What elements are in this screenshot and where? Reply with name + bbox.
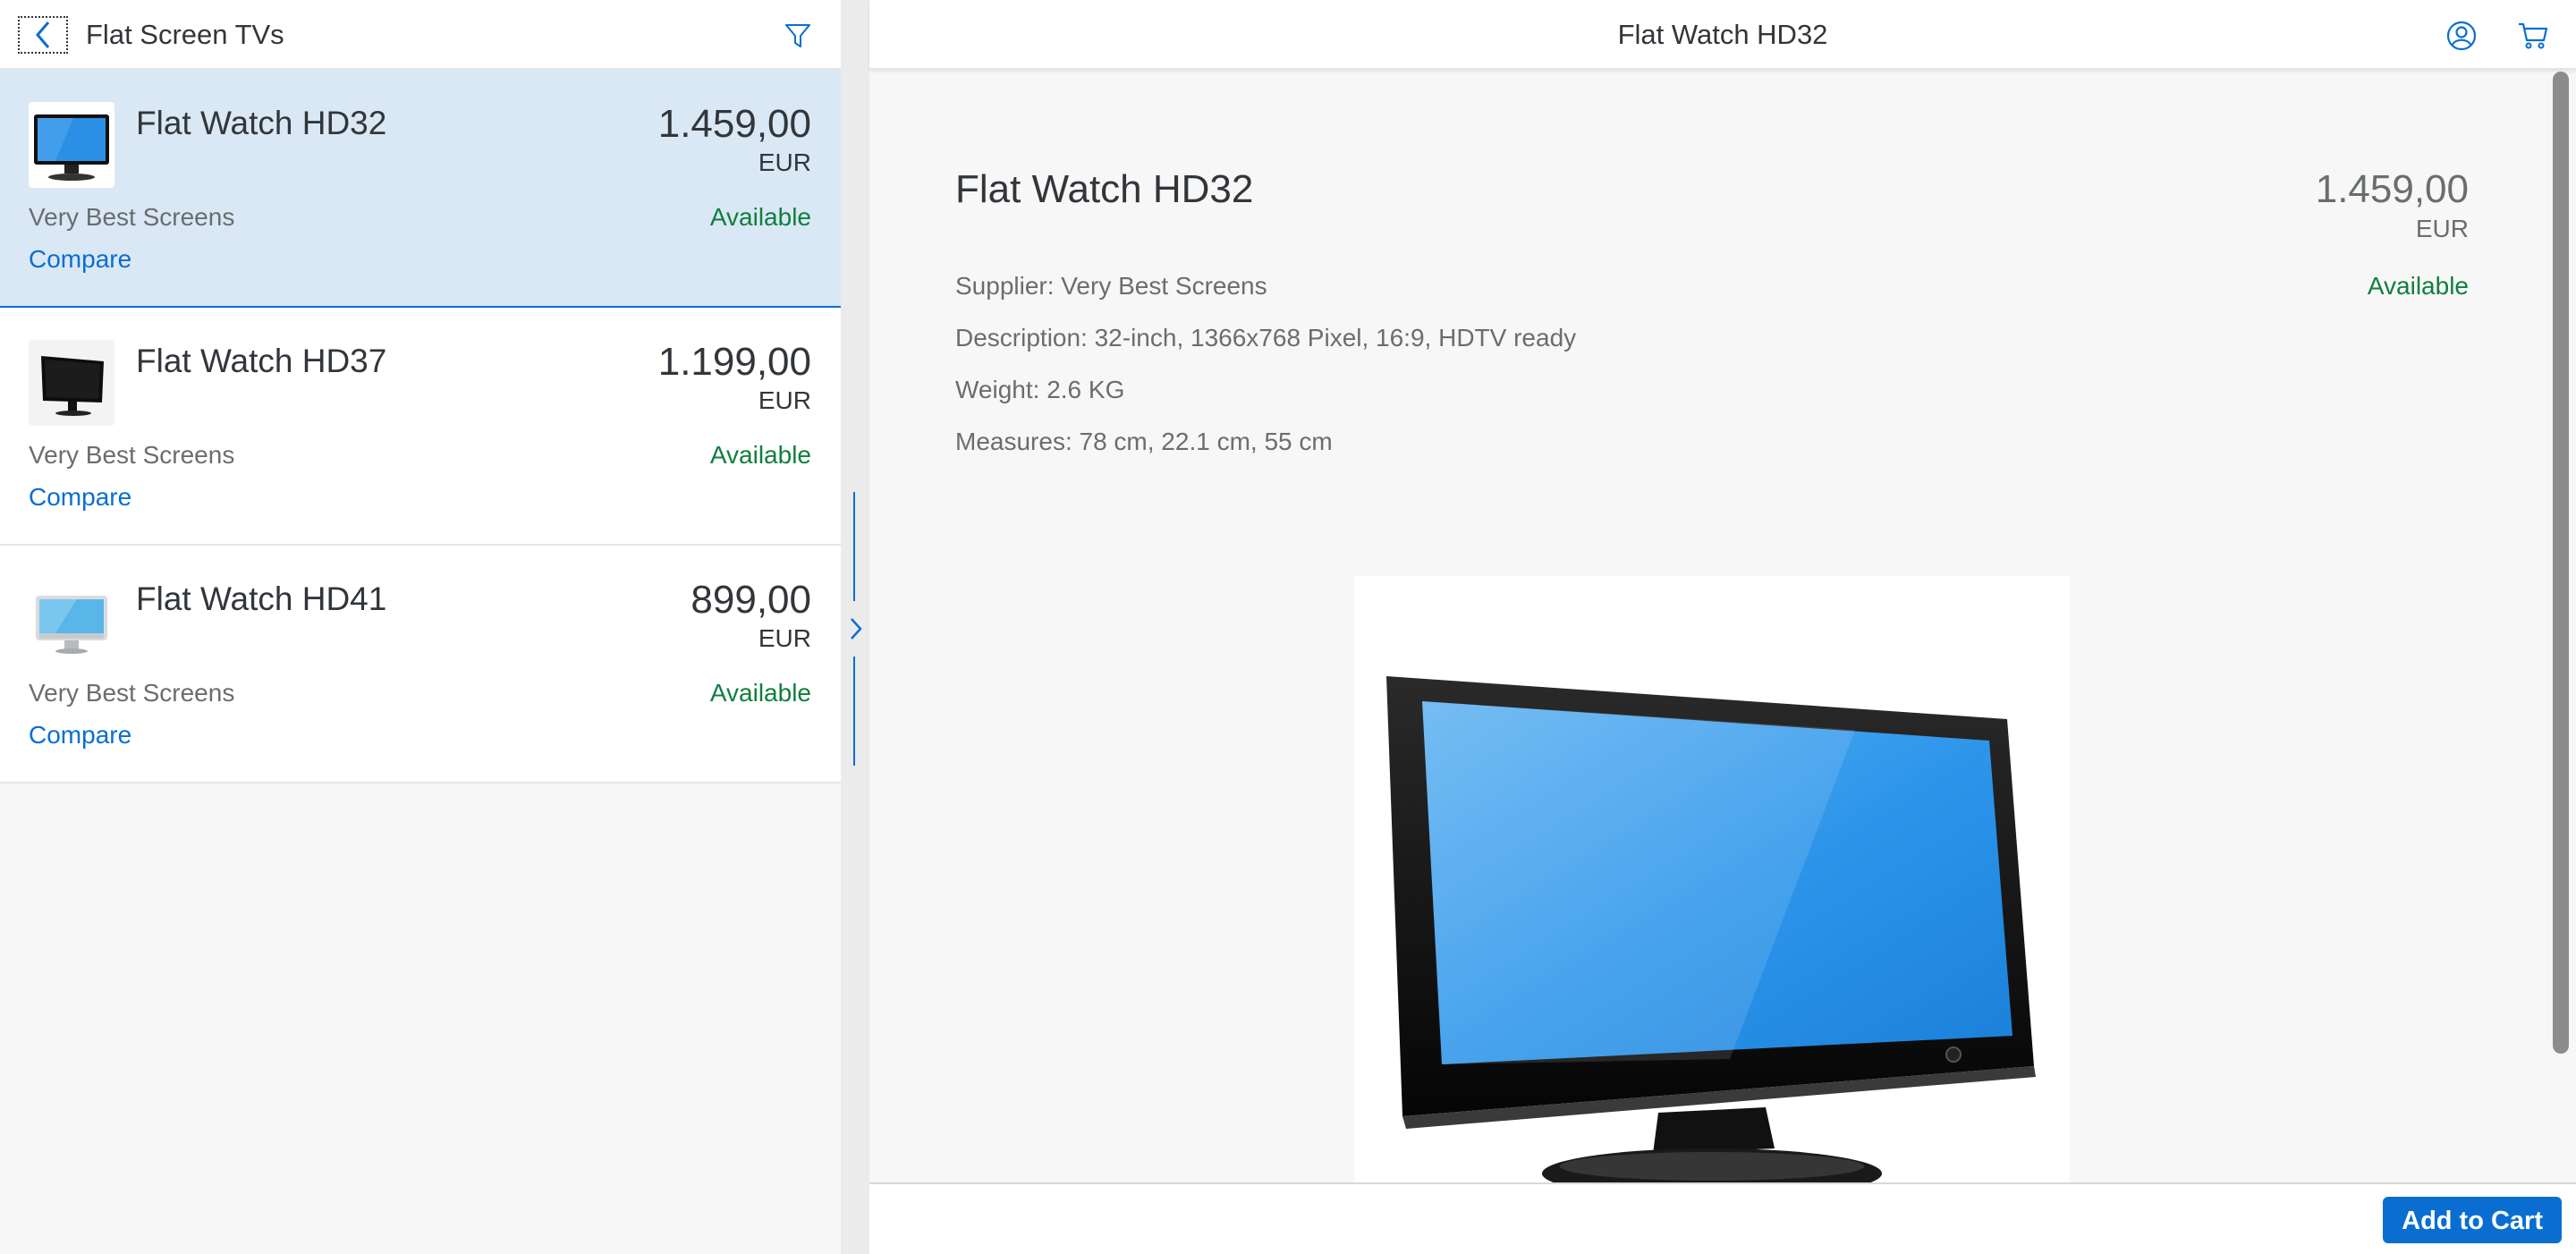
item-price: 1.199,00 (657, 340, 811, 384)
detail-scrollbar[interactable] (2551, 72, 2571, 1184)
app: Flat Screen TVs Flat Watch HD32 1.459,00… (0, 0, 2576, 1254)
user-icon (2446, 21, 2477, 51)
list-item[interactable]: Flat Watch HD37 1.199,00 EUR Very Best S… (0, 308, 841, 546)
master-pane: Flat Screen TVs Flat Watch HD32 1.459,00… (0, 0, 841, 1254)
product-thumbnail (29, 578, 114, 664)
item-currency: EUR (758, 386, 811, 414)
chevron-right-icon (851, 618, 862, 640)
chevron-left-icon (36, 21, 50, 48)
item-currency: EUR (758, 624, 811, 652)
compare-link[interactable]: Compare (29, 244, 131, 275)
supplier-attribute: Supplier: Very Best Screens (955, 272, 1267, 300)
scroll-thumb[interactable] (2553, 72, 2569, 1054)
object-status: Available (2367, 272, 2469, 300)
description-attribute: Description: 32-inch, 1366x768 Pixel, 16… (955, 324, 1577, 352)
detail-pane: Flat Watch HD32 Flat Watch HD32 1.459,00… (869, 0, 2576, 1254)
product-thumbnail (29, 102, 114, 188)
product-list: Flat Watch HD32 1.459,00 EUR Very Best S… (0, 70, 841, 784)
account-button[interactable] (2442, 16, 2481, 55)
product-image (1354, 576, 2070, 1184)
add-to-cart-button[interactable]: Add to Cart (2383, 1197, 2562, 1243)
detail-header: Flat Watch HD32 (869, 0, 2576, 70)
product-thumbnail (29, 340, 114, 426)
splitter-bar-top (853, 492, 855, 601)
detail-header-title: Flat Watch HD32 (1617, 19, 1828, 50)
expand-button[interactable] (844, 614, 868, 644)
item-name: Flat Watch HD37 (136, 343, 387, 379)
list-item[interactable]: Flat Watch HD32 1.459,00 EUR Very Best S… (0, 70, 841, 308)
compare-link[interactable]: Compare (29, 482, 131, 513)
object-price: 1.459,00 (2315, 167, 2469, 211)
item-status: Available (709, 441, 811, 469)
compare-link[interactable]: Compare (29, 720, 131, 750)
item-supplier: Very Best Screens (29, 203, 235, 231)
item-supplier: Very Best Screens (29, 679, 235, 707)
pane-splitter[interactable] (841, 0, 869, 1254)
item-currency: EUR (758, 148, 811, 176)
filter-button[interactable] (778, 16, 818, 55)
item-price: 1.459,00 (657, 102, 811, 146)
weight-attribute: Weight: 2.6 KG (955, 376, 1125, 403)
detail-footer: Add to Cart (869, 1182, 2576, 1254)
filter-icon (785, 24, 810, 47)
item-status: Available (709, 203, 811, 231)
splitter-bar-bottom (853, 657, 855, 766)
item-name: Flat Watch HD41 (136, 580, 387, 617)
object-currency: EUR (2415, 215, 2469, 242)
item-name: Flat Watch HD32 (136, 105, 387, 141)
cart-button[interactable] (2513, 16, 2553, 55)
master-title: Flat Screen TVs (86, 19, 284, 50)
object-title: Flat Watch HD32 (955, 167, 1254, 211)
master-header: Flat Screen TVs (0, 0, 841, 70)
item-status: Available (709, 679, 811, 707)
item-supplier: Very Best Screens (29, 441, 235, 469)
list-item[interactable]: Flat Watch HD41 899,00 EUR Very Best Scr… (0, 546, 841, 784)
measures-attribute: Measures: 78 cm, 22.1 cm, 55 cm (955, 428, 1333, 455)
back-button[interactable] (18, 16, 68, 54)
item-price: 899,00 (691, 578, 811, 622)
cart-icon (2519, 22, 2548, 49)
